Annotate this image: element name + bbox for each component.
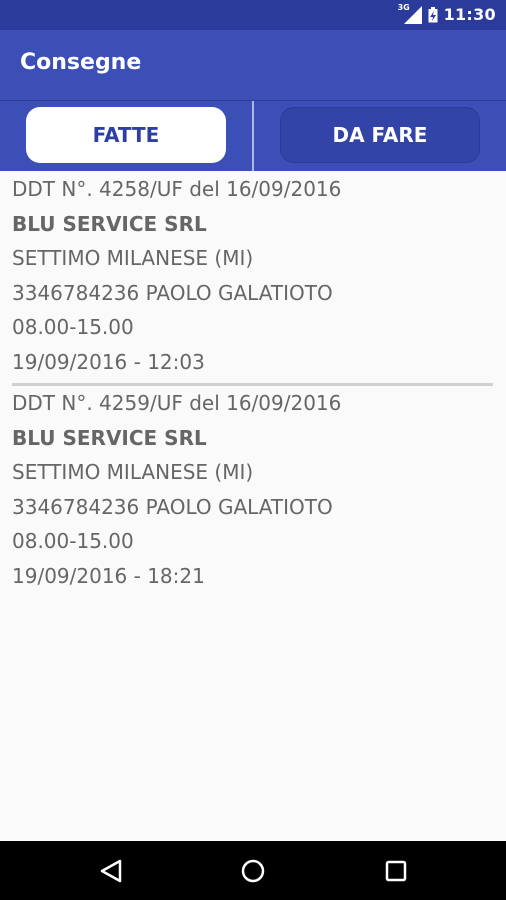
tab-bar: FATTE DA FARE <box>0 100 506 171</box>
completed-datetime: 19/09/2016 - 12:03 <box>12 349 205 374</box>
delivery-list: DDT N°. 4258/UF del 16/09/2016 BLU SERVI… <box>0 172 506 593</box>
contact: 3346784236 PAOLO GALATIOTO <box>12 494 333 519</box>
delivery-hours: 08.00-15.00 <box>12 529 134 553</box>
back-icon[interactable] <box>98 858 124 884</box>
ddt-number: DDT N°. 4258/UF del 16/09/2016 <box>12 177 342 201</box>
home-icon[interactable] <box>240 858 266 884</box>
page-title: Consegne <box>20 50 142 75</box>
delivery-item[interactable]: DDT N°. 4258/UF del 16/09/2016 BLU SERVI… <box>0 172 506 379</box>
tab-divider <box>252 101 254 171</box>
battery-charging-icon <box>428 6 438 22</box>
company-name: BLU SERVICE SRL <box>12 211 207 236</box>
completed-datetime: 19/09/2016 - 18:21 <box>12 563 205 588</box>
tab-fatte[interactable]: FATTE <box>26 107 226 163</box>
delivery-item[interactable]: DDT N°. 4259/UF del 16/09/2016 BLU SERVI… <box>0 386 506 593</box>
city: SETTIMO MILANESE (MI) <box>12 460 254 484</box>
contact: 3346784236 PAOLO GALATIOTO <box>12 280 333 305</box>
recents-icon[interactable] <box>383 858 409 884</box>
navigation-bar <box>0 841 506 900</box>
status-time: 11:30 <box>443 5 496 24</box>
app-bar: Consegne <box>0 30 506 100</box>
status-bar: 3G 11:30 <box>0 0 506 30</box>
ddt-number: DDT N°. 4259/UF del 16/09/2016 <box>12 391 342 415</box>
tab-da-fare[interactable]: DA FARE <box>280 107 480 163</box>
signal-icon: 3G <box>398 3 422 24</box>
city: SETTIMO MILANESE (MI) <box>12 246 254 270</box>
delivery-hours: 08.00-15.00 <box>12 315 134 339</box>
company-name: BLU SERVICE SRL <box>12 425 207 450</box>
